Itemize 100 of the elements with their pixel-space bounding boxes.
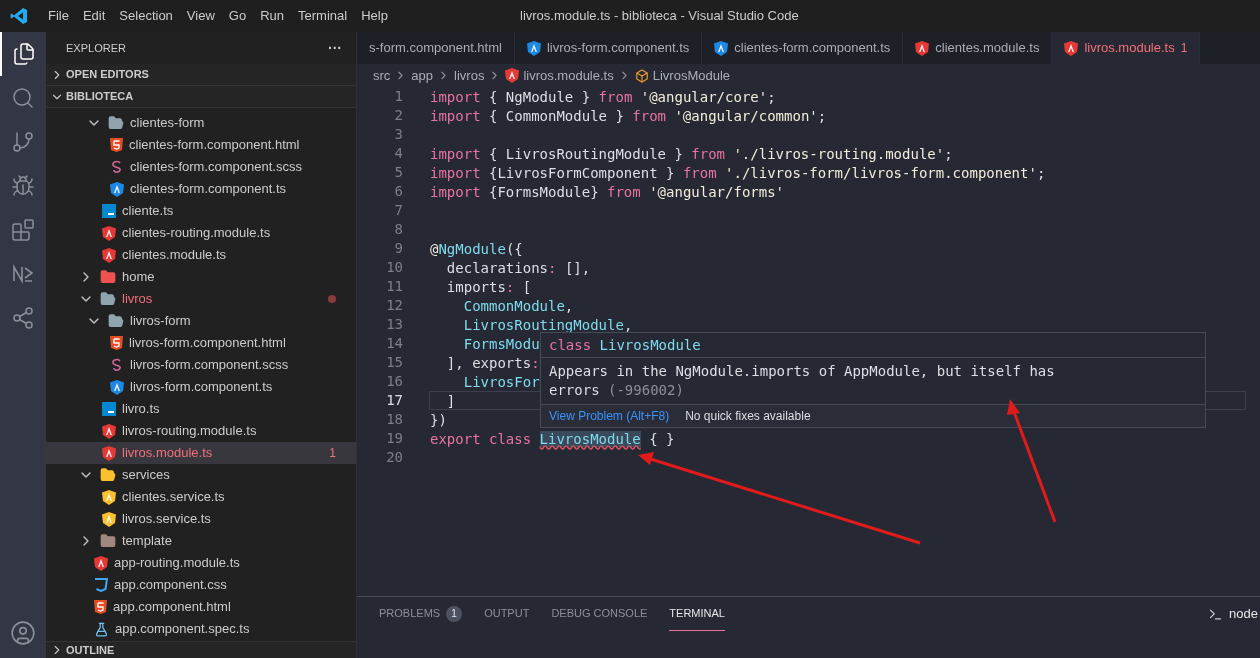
code-line: FormsModu [462, 336, 540, 352]
panel-tab[interactable]: PROBLEMS 1 [379, 597, 463, 631]
folder-icon [108, 115, 124, 131]
tree-item[interactable]: livros-routing.module.ts [46, 420, 356, 442]
line-number: 18 [385, 410, 403, 429]
hover-signature: class LivrosModule [549, 335, 701, 355]
tree-item[interactable]: app.component.html [46, 596, 356, 618]
tree-item[interactable]: clientes.service.ts [46, 486, 356, 508]
breadcrumb-item[interactable]: app [411, 65, 434, 86]
swirl-icon [110, 358, 124, 372]
breadcrumb-item[interactable]: src [373, 65, 391, 86]
tree-item[interactable]: livros-form.component.scss [46, 354, 356, 376]
menu-item[interactable]: Go [221, 6, 254, 26]
problem-count: 1 [329, 445, 337, 462]
shield-icon [110, 181, 124, 197]
code-line: @NgModule({ [430, 241, 523, 257]
shield-icon [505, 68, 520, 83]
shield-icon [526, 40, 541, 56]
tree-item[interactable]: livros-form [46, 310, 356, 332]
breadcrumb-item[interactable]: livros.module.ts [505, 65, 614, 86]
css-file-icon [94, 578, 108, 592]
menu-item[interactable]: Selection [112, 6, 180, 26]
line-number: 7 [393, 201, 403, 220]
line-number: 19 [385, 429, 403, 448]
problem-count: 1 [1180, 40, 1188, 57]
line-number: 14 [385, 334, 403, 353]
tree-item[interactable]: template [46, 530, 356, 552]
menu-item[interactable]: Edit [75, 6, 113, 26]
shield-icon [94, 555, 108, 571]
view-problem-link[interactable]: View Problem (Alt+F8) [549, 406, 670, 426]
line-number: 4 [393, 144, 403, 163]
tree-item[interactable]: clientes-form [46, 112, 356, 134]
panel-tab[interactable]: OUTPUT [484, 597, 530, 631]
tree-item[interactable]: home [46, 266, 356, 288]
html-file-icon [110, 336, 123, 350]
shield-icon [102, 423, 116, 439]
tree-item[interactable]: clientes-form.component.ts [46, 178, 356, 200]
code-line: LivrosFor [462, 374, 540, 390]
code-line: import { CommonModule } from '@angular/common'; [430, 108, 827, 124]
tree-item[interactable]: livros-form.component.html [46, 332, 356, 354]
line-number: 12 [385, 296, 403, 315]
menu-item[interactable]: Terminal [291, 6, 355, 26]
tree-item[interactable]: clientes-form.component.scss [46, 156, 356, 178]
line-number: 8 [393, 220, 403, 239]
section-header[interactable]: OUTLINE [46, 641, 356, 658]
error-message: Appears in the NgModule.imports of AppModule, but itself has errors (-996002) [549, 362, 1056, 400]
menu-item[interactable]: File [41, 6, 76, 26]
tree-item[interactable]: livros.service.ts [46, 508, 356, 530]
section-header[interactable]: BIBLIOTECA [46, 86, 356, 108]
account-icon[interactable] [10, 620, 36, 646]
tree-item[interactable]: app.component.css [46, 574, 356, 596]
breadcrumb-item[interactable]: LivrosModule [634, 65, 731, 86]
window-title: livros.module.ts - biblioteca - Visual Studio Code [520, 7, 799, 26]
line-number: 15 [385, 353, 403, 372]
tree-item[interactable]: clientes-form.component.html [46, 134, 356, 156]
code-line: CommonModule, [462, 298, 574, 314]
editor-tab[interactable]: clientes-form.component.ts [702, 32, 904, 64]
code-line: ] [445, 393, 456, 409]
sidebar-title: EXPLORER [66, 40, 126, 56]
shield-icon [102, 445, 116, 461]
folder-icon [100, 533, 116, 549]
code-line: ], exports: [445, 355, 540, 371]
folder-icon [108, 313, 124, 329]
editor-tab[interactable]: s-form.component.html [357, 32, 515, 64]
code-line: imports: [ [445, 279, 532, 295]
tree-item[interactable]: services [46, 464, 356, 486]
more-button[interactable]: ··· [328, 37, 342, 59]
tree-item[interactable]: app.component.spec.ts [46, 618, 356, 640]
line-number: 11 [385, 277, 403, 296]
panel-tab[interactable]: TERMINAL [669, 597, 725, 631]
code-line: import { NgModule } from '@angular/core'; [430, 89, 776, 105]
folder-icon [100, 291, 116, 307]
tree-item[interactable]: livros.module.ts 1 [46, 442, 356, 464]
code-line: declarations: [], [445, 260, 591, 276]
line-number: 13 [385, 315, 403, 334]
swirl-icon [110, 160, 124, 174]
menu-item[interactable]: View [179, 6, 222, 26]
line-number: 10 [385, 258, 403, 277]
code-line: import {LivrosFormComponent } from './livros-form/livros-form.component'; [430, 165, 1046, 181]
editor-tab[interactable]: livros.module.ts 1 [1052, 32, 1201, 64]
editor-tab[interactable]: livros-form.component.ts [514, 32, 703, 64]
tree-item[interactable]: clientes-routing.module.ts [46, 222, 356, 244]
shield-icon [102, 225, 116, 241]
menu-item[interactable]: Help [354, 6, 395, 26]
terminal-selector[interactable]: node [1229, 604, 1258, 624]
ts-file-icon [102, 402, 116, 416]
tree-item[interactable]: cliente.ts [46, 200, 356, 222]
tree-item[interactable]: livros-form.component.ts [46, 376, 356, 398]
tree-item[interactable]: livro.ts [46, 398, 356, 420]
breadcrumb-item[interactable]: livros [454, 65, 485, 86]
tree-item[interactable]: app-routing.module.ts [46, 552, 356, 574]
tree-item[interactable]: clientes.module.ts [46, 244, 356, 266]
tree-item[interactable]: livros [46, 288, 356, 310]
code-line: import { LivrosRoutingModule } from './livros-routing.module'; [430, 146, 953, 162]
menu-item[interactable]: Run [253, 6, 291, 26]
line-number: 5 [393, 163, 403, 182]
section-header[interactable]: OPEN EDITORS [46, 64, 356, 86]
line-number: 6 [393, 182, 403, 201]
panel-tab[interactable]: DEBUG CONSOLE [551, 597, 648, 631]
ts-file-icon [102, 204, 116, 218]
